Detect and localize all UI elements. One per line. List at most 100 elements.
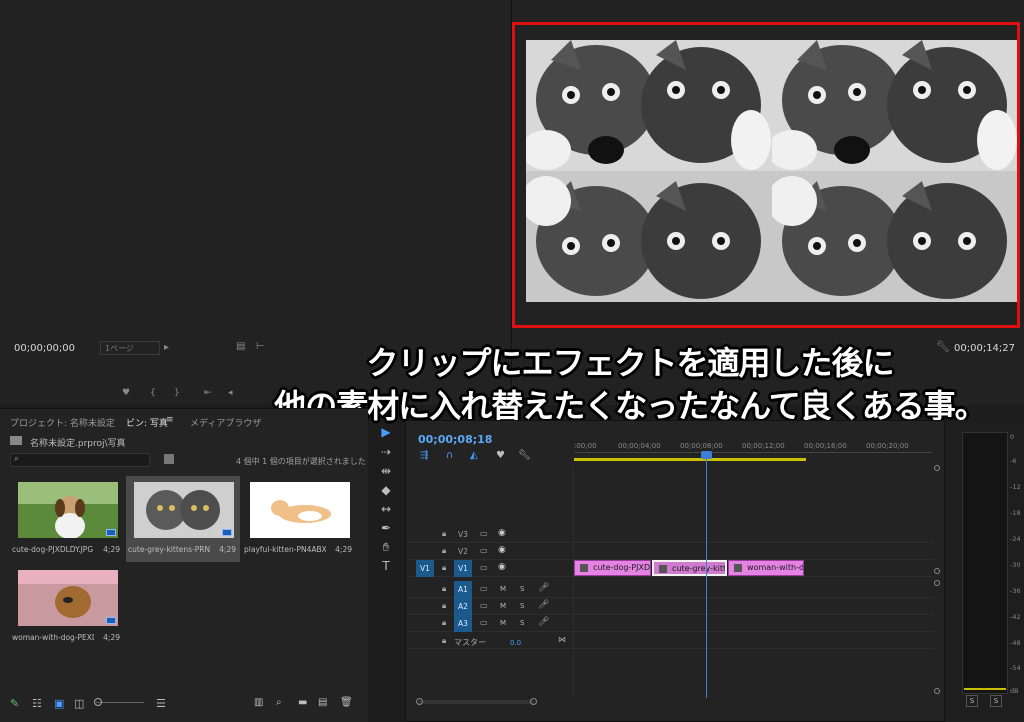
ripple-edit-icon[interactable]: ⇹: [378, 463, 394, 479]
lock-icon[interactable]: 🔒︎: [442, 529, 446, 539]
scroll-handle-icon[interactable]: [934, 688, 940, 694]
mic-icon[interactable]: 🎤︎: [538, 600, 549, 610]
lock-icon[interactable]: 🔒︎: [442, 601, 446, 611]
icon-view-icon[interactable]: ▣: [54, 697, 64, 710]
slip-icon[interactable]: ↔: [378, 501, 394, 517]
play-triangle-icon[interactable]: ▸: [164, 342, 169, 353]
playhead-line[interactable]: [706, 452, 707, 698]
timeline-clip-cute-grey-kitten[interactable]: cute-grey-kitten: [652, 560, 727, 576]
tab-media-browser[interactable]: メディアブラウザ: [190, 416, 261, 429]
scroll-handle-icon[interactable]: [934, 568, 940, 574]
track-target-a3[interactable]: A3: [454, 615, 472, 632]
track-label-v2: V2: [458, 547, 468, 556]
playhead-handle[interactable]: [701, 451, 712, 459]
zoom-slider-handle[interactable]: [94, 698, 102, 706]
selection-icon[interactable]: ▶: [378, 424, 394, 440]
snap-icon[interactable]: ∩: [446, 450, 453, 461]
sync-lock-icon[interactable]: ▭: [480, 601, 488, 610]
db-label: -54: [1010, 664, 1021, 672]
mute-button[interactable]: M: [500, 585, 506, 593]
new-item-icon[interactable]: ▤: [318, 697, 327, 708]
settings-icon[interactable]: ▤: [236, 341, 245, 352]
tab-menu-icon[interactable]: ≡: [166, 415, 174, 425]
eye-icon[interactable]: ◉: [498, 528, 506, 538]
sync-lock-icon[interactable]: ▭: [480, 584, 488, 593]
eye-icon[interactable]: ◉: [498, 545, 506, 555]
sync-lock-icon[interactable]: ▭: [480, 529, 488, 538]
eye-icon[interactable]: ◉: [498, 562, 506, 572]
lock-icon[interactable]: 🔒︎: [442, 618, 446, 628]
razor-icon[interactable]: ◆: [378, 482, 394, 498]
scroll-handle-icon[interactable]: [934, 580, 940, 586]
mute-button[interactable]: M: [500, 619, 506, 627]
step-back-icon[interactable]: ◂: [228, 388, 233, 398]
timeline-clip-woman-with-dog[interactable]: woman-with-dog: [728, 560, 804, 576]
master-volume-value[interactable]: 0.0: [510, 639, 521, 647]
goto-end-icon[interactable]: ⋈: [558, 635, 566, 644]
new-bin-button-icon[interactable]: ▬: [298, 697, 307, 708]
project-item-playful-kitten[interactable]: playful-kitten-PN4ABXC... 4;29: [242, 476, 356, 562]
track-target-v1[interactable]: V1: [454, 560, 472, 577]
work-area-bar[interactable]: [574, 458, 806, 461]
project-item-woman-with-dog[interactable]: woman-with-dog-PEXD... 4;29: [10, 564, 124, 650]
lock-icon[interactable]: 🔒︎: [442, 636, 446, 646]
solo-button[interactable]: S: [520, 619, 524, 627]
zoom-slider[interactable]: [96, 702, 144, 703]
track-target-a1[interactable]: A1: [454, 581, 472, 598]
marker-icon[interactable]: ♥: [122, 388, 130, 398]
mark-in-icon[interactable]: {: [150, 388, 156, 398]
project-item-duration: 4;29: [103, 633, 120, 642]
sort-icon[interactable]: ☰: [156, 697, 166, 710]
project-item-cute-dog[interactable]: cute-dog-PJXDLDY.JPG 4;29: [10, 476, 124, 562]
lock-icon[interactable]: 🔒︎: [442, 546, 446, 556]
pen-icon[interactable]: ✒: [378, 520, 394, 536]
trash-icon[interactable]: 🗑︎: [340, 697, 353, 708]
source-timecode[interactable]: 00;00;00;00: [14, 343, 75, 354]
solo-button[interactable]: S: [520, 602, 524, 610]
project-search-input[interactable]: ⌕: [10, 453, 150, 467]
add-marker-icon[interactable]: ♥: [496, 450, 505, 461]
track-select-icon[interactable]: ⇢: [378, 444, 394, 460]
search-icon: ⌕: [14, 454, 20, 464]
scroll-handle-icon[interactable]: [530, 698, 537, 705]
solo-right-button[interactable]: S: [990, 695, 1002, 707]
track-target-a2[interactable]: A2: [454, 598, 472, 615]
lock-icon[interactable]: 🔒︎: [442, 563, 446, 573]
sync-lock-icon[interactable]: ▭: [480, 618, 488, 627]
sync-lock-icon[interactable]: ▭: [480, 546, 488, 555]
selection-status: 4 個中 1 個の項目が選択されました: [236, 457, 366, 466]
folder-icon[interactable]: [10, 436, 22, 445]
find-icon[interactable]: ⌕: [276, 697, 282, 708]
timeline-clip-cute-dog[interactable]: cute-dog-PJXDLD: [574, 560, 651, 576]
type-icon[interactable]: T: [378, 558, 394, 574]
timeline-settings-icon[interactable]: 🔧︎: [518, 450, 531, 461]
time-ruler[interactable]: [574, 452, 932, 453]
scroll-handle-icon[interactable]: [934, 465, 940, 471]
solo-left-button[interactable]: S: [966, 695, 978, 707]
hand-icon[interactable]: ✋︎: [378, 539, 394, 555]
freeform-view-icon[interactable]: ◫: [74, 697, 84, 710]
mute-button[interactable]: M: [500, 602, 506, 610]
new-bin-icon[interactable]: [164, 454, 174, 464]
tab-project[interactable]: プロジェクト: 名称未設定: [10, 416, 115, 429]
lock-icon[interactable]: 🔒︎: [442, 584, 446, 594]
mic-icon[interactable]: 🎤︎: [538, 583, 549, 593]
linked-selection-icon[interactable]: ◭: [470, 450, 478, 461]
source-patch-v1[interactable]: V1: [416, 560, 434, 577]
tab-bin-photos[interactable]: ビン: 写真: [126, 416, 168, 429]
timeline-timecode[interactable]: 00;00;08;18: [418, 433, 492, 446]
goto-in-icon[interactable]: ⇤: [204, 388, 212, 398]
pencil-icon[interactable]: ✎: [10, 697, 19, 710]
source-page-select[interactable]: 1ページ: [100, 341, 160, 355]
scroll-handle-icon[interactable]: [416, 698, 423, 705]
mic-icon[interactable]: 🎤︎: [538, 617, 549, 627]
sync-lock-icon[interactable]: ▭: [480, 563, 488, 572]
list-view-icon[interactable]: ☷: [32, 697, 42, 710]
ruler-label: 00;00;12;00: [742, 442, 785, 450]
horizontal-scrollbar[interactable]: [418, 700, 534, 704]
solo-button[interactable]: S: [520, 585, 524, 593]
automate-icon[interactable]: ▥: [254, 697, 263, 708]
project-item-cute-grey-kittens[interactable]: cute-grey-kittens-PRNH... 4;29: [126, 476, 240, 562]
nest-icon[interactable]: ⇶: [420, 450, 428, 461]
mark-out-icon[interactable]: }: [174, 388, 180, 398]
